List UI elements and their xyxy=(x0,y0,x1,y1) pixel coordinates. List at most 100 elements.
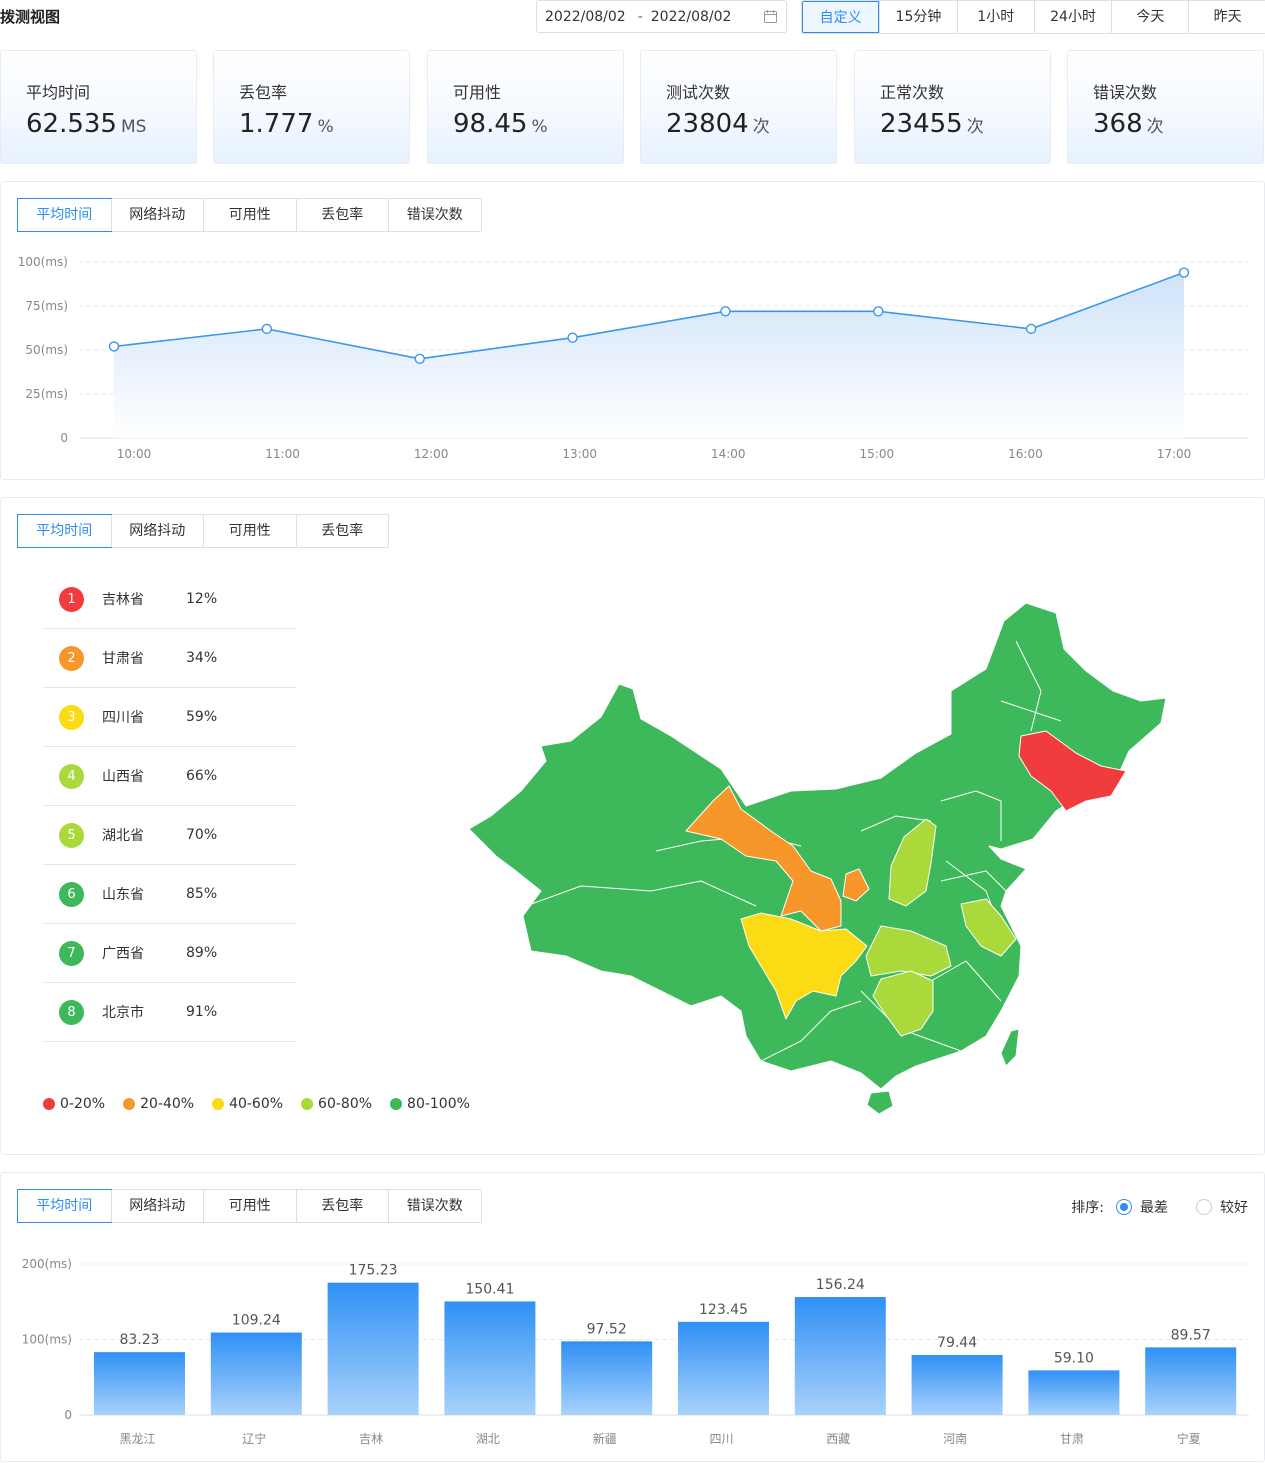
list-item[interactable]: 8 北京市 91% xyxy=(43,983,296,1042)
rank-province: 湖北省 xyxy=(102,828,144,844)
rank-province: 四川省 xyxy=(102,710,144,726)
china-map[interactable] xyxy=(461,596,1181,1136)
x-tick-label: 湖北 xyxy=(476,1431,500,1446)
rank-percent: 89% xyxy=(186,945,218,961)
bar-value-label: 123.45 xyxy=(699,1302,748,1318)
bar xyxy=(911,1355,1003,1415)
quick-range-15min[interactable]: 15分钟 xyxy=(879,1,956,33)
rank-badge: 8 xyxy=(59,999,84,1025)
stat-label: 可用性 xyxy=(453,83,502,102)
quick-range-24hour[interactable]: 24小时 xyxy=(1033,1,1111,33)
stat-card-test-count: 测试次数 23804 次 xyxy=(640,50,837,164)
tab-avg-time[interactable]: 平均时间 xyxy=(17,514,112,548)
legend-dot xyxy=(123,1098,136,1110)
bar xyxy=(1028,1370,1120,1415)
rank-badge: 7 xyxy=(59,940,84,966)
bar xyxy=(327,1282,419,1415)
bar xyxy=(794,1297,886,1415)
x-tick-label: 13:00 xyxy=(562,447,597,461)
y-tick-label: 0 xyxy=(60,431,68,445)
legend-item[interactable]: 40-60% xyxy=(212,1096,283,1112)
x-tick-label: 宁夏 xyxy=(1177,1431,1201,1446)
legend-dot xyxy=(43,1098,55,1110)
list-item[interactable]: 3 四川省 59% xyxy=(43,688,296,747)
legend-dot xyxy=(212,1098,225,1110)
stat-unit: 次 xyxy=(752,117,770,137)
data-point xyxy=(1178,267,1190,278)
stat-card-packet-loss: 丢包率 1.777% xyxy=(213,50,410,164)
bar-value-label: 83.23 xyxy=(119,1332,159,1348)
tab-jitter[interactable]: 网络抖动 xyxy=(110,515,204,547)
bar xyxy=(678,1321,769,1415)
map-region-hainan[interactable] xyxy=(866,1090,894,1115)
stat-value: 98.45 xyxy=(453,109,528,139)
rank-province: 山西省 xyxy=(102,769,144,785)
x-tick-label: 甘肃 xyxy=(1060,1432,1084,1446)
stat-value: 368 xyxy=(1093,109,1143,139)
stat-label: 平均时间 xyxy=(26,83,91,102)
stat-unit: % xyxy=(531,117,548,137)
rank-province: 山东省 xyxy=(102,887,144,903)
y-tick-label: 25(ms) xyxy=(25,387,68,401)
tab-packet-loss[interactable]: 丢包率 xyxy=(295,515,389,547)
stat-unit: MS xyxy=(120,117,147,137)
trend-panel: 平均时间 网络抖动 可用性 丢包率 错误次数 0 25(ms) 50(ms) 75(m… xyxy=(0,181,1265,480)
quick-range-today[interactable]: 今天 xyxy=(1111,1,1188,33)
ranking-bar-panel: 平均时间 网络抖动 可用性 丢包率 错误次数 排序: 最差 较好 0 100(ms… xyxy=(0,1172,1265,1462)
list-item[interactable]: 4 山西省 66% xyxy=(43,747,296,806)
quick-range-group: 自定义 15分钟 1小时 24小时 今天 昨天 xyxy=(801,0,1265,34)
tab-availability[interactable]: 可用性 xyxy=(203,515,296,547)
x-tick-label: 14:00 xyxy=(711,447,746,461)
legend-item[interactable]: 20-40% xyxy=(123,1096,194,1112)
rank-percent: 70% xyxy=(186,827,218,843)
data-point xyxy=(873,306,884,317)
legend-item[interactable]: 0-20% xyxy=(43,1096,105,1112)
y-tick-label: 100(ms) xyxy=(18,255,68,269)
list-item[interactable]: 1 吉林省 12% xyxy=(43,570,296,629)
stat-value: 1.777 xyxy=(239,109,314,139)
stat-value: 23804 xyxy=(666,109,749,139)
trend-line-chart: 0 25(ms) 50(ms) 75(ms) 100(ms) 10:00 11:00 12:0… xyxy=(18,255,1249,461)
bar xyxy=(444,1301,536,1415)
rank-percent: 91% xyxy=(186,1004,218,1020)
quick-range-1hour[interactable]: 1小时 xyxy=(956,1,1034,33)
rank-percent: 85% xyxy=(186,886,218,902)
legend-item[interactable]: 80-100% xyxy=(390,1096,470,1112)
y-tick-label: 200(ms) xyxy=(22,1257,72,1271)
bar-value-label: 79.44 xyxy=(937,1335,977,1351)
stat-unit: 次 xyxy=(966,117,984,137)
data-point xyxy=(108,341,120,352)
stat-card-availability: 可用性 98.45% xyxy=(427,50,624,164)
stat-label: 正常次数 xyxy=(880,83,945,102)
x-tick-label: 黑龙江 xyxy=(119,1432,155,1446)
calendar-icon[interactable] xyxy=(764,10,777,23)
y-tick-label: 75(ms) xyxy=(25,299,68,313)
rank-province: 北京市 xyxy=(102,1005,144,1021)
legend-dot xyxy=(301,1098,314,1110)
list-item[interactable]: 6 山东省 85% xyxy=(43,865,296,924)
x-tick-label: 15:00 xyxy=(860,447,895,461)
legend-label: 40-60% xyxy=(229,1096,284,1112)
stat-card-normal-count: 正常次数 23455 次 xyxy=(854,50,1051,164)
map-region-main[interactable] xyxy=(468,602,1167,1090)
x-tick-label: 河南 xyxy=(943,1431,967,1446)
y-tick-label: 0 xyxy=(64,1408,72,1422)
list-item[interactable]: 5 湖北省 70% xyxy=(43,806,296,865)
bar-value-label: 175.23 xyxy=(349,1263,398,1279)
bar-value-label: 109.24 xyxy=(232,1313,281,1329)
stat-value: 62.535 xyxy=(26,109,117,139)
quick-range-yesterday[interactable]: 昨天 xyxy=(1188,1,1265,33)
bar xyxy=(1145,1347,1237,1415)
x-tick-label: 西藏 xyxy=(826,1432,850,1446)
map-region-taiwan[interactable] xyxy=(1000,1028,1020,1067)
legend-item[interactable]: 60-80% xyxy=(301,1096,372,1112)
rank-percent: 59% xyxy=(186,709,218,725)
data-point xyxy=(720,306,731,317)
date-end: 2022/08/02 xyxy=(650,8,732,25)
list-item[interactable]: 2 甘肃省 34% xyxy=(43,629,296,688)
quick-range-custom[interactable]: 自定义 xyxy=(802,1,880,33)
list-item[interactable]: 7 广西省 89% xyxy=(43,924,296,983)
x-tick-label: 10:00 xyxy=(117,447,152,461)
date-range-picker[interactable]: 2022/08/02 - 2022/08/02 xyxy=(536,0,787,33)
rank-percent: 12% xyxy=(186,591,218,607)
